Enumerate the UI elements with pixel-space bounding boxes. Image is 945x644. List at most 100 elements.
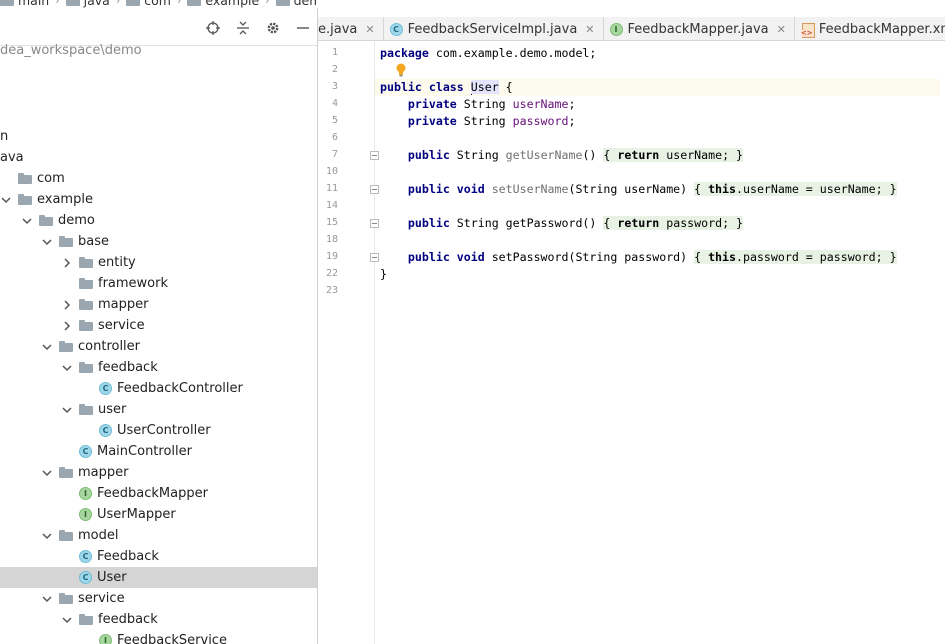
tree-item-feedback[interactable]: feedback	[0, 609, 317, 630]
tree-item-usermapper[interactable]: I UserMapper	[0, 504, 317, 525]
interface-icon: I	[609, 22, 623, 36]
tree-item-label: framework	[98, 276, 169, 291]
lightbulb-icon[interactable]	[395, 63, 407, 77]
line-number: 6	[331, 132, 338, 143]
code-token: password	[666, 216, 723, 230]
close-icon[interactable]: ✕	[365, 23, 374, 36]
tree-item-label: MainController	[97, 444, 192, 459]
tree-item-maincontroller[interactable]: C MainController	[0, 441, 317, 462]
gear-icon[interactable]	[265, 20, 281, 36]
folder-icon	[79, 257, 93, 268]
tree-item-feedbackservice[interactable]: I FeedbackService	[0, 630, 317, 644]
tree-item-feedbackmapper[interactable]: I FeedbackMapper	[0, 483, 317, 504]
code-token: }	[380, 267, 387, 281]
tree-item-label: entity	[98, 255, 136, 270]
tree-item-service[interactable]: service	[0, 315, 317, 336]
folder-icon	[59, 530, 73, 541]
class-icon: C	[389, 22, 403, 36]
tree-item-demo[interactable]: demo	[0, 210, 317, 231]
code-token: this	[708, 182, 736, 196]
collapse-all-icon[interactable]	[235, 20, 251, 36]
chevron-down-icon[interactable]	[0, 194, 12, 206]
breadcrumb-item[interactable]: main	[0, 0, 49, 8]
fold-toggle-icon[interactable]	[370, 253, 379, 262]
tree-item-base[interactable]: base	[0, 231, 317, 252]
code-token: ; }	[722, 148, 744, 162]
code-token: ()	[582, 148, 604, 162]
tree-item-framework[interactable]: framework	[0, 273, 317, 294]
editor-tab[interactable]: FeedbackMapper.xml✕	[795, 17, 945, 40]
minimize-icon[interactable]	[295, 20, 311, 36]
tree-item-com[interactable]: com	[0, 168, 317, 189]
editor-tab-label: FeedbackMapper.java	[627, 21, 769, 37]
chevron-down-icon[interactable]	[41, 236, 53, 248]
tree-item-user[interactable]: C User	[0, 567, 317, 588]
tree-item-example[interactable]: example	[0, 189, 317, 210]
locate-icon[interactable]	[205, 20, 221, 36]
breadcrumb-label: java	[83, 0, 110, 8]
code-token: public void	[407, 182, 492, 196]
breadcrumb-item[interactable]: example	[187, 0, 259, 8]
line-number: 15	[325, 217, 338, 228]
tree-item-mapper[interactable]: mapper	[0, 294, 317, 315]
chevron-down-icon[interactable]	[61, 362, 73, 374]
close-icon[interactable]: ✕	[585, 23, 594, 36]
close-icon[interactable]: ✕	[777, 23, 786, 36]
breadcrumb-separator: ›	[176, 0, 182, 7]
tree-item-label: n	[0, 129, 9, 144]
code-line: public void setUserName(String userName)…	[380, 181, 897, 198]
tree-item-label: service	[98, 318, 145, 333]
interface-icon: I	[79, 508, 92, 521]
chevron-down-icon[interactable]	[41, 341, 53, 353]
editor-tab-label: e.java	[318, 21, 358, 37]
tree-item-entity[interactable]: entity	[0, 252, 317, 273]
tree-item-model[interactable]: model	[0, 525, 317, 546]
editor-tab[interactable]: I FeedbackMapper.java ✕	[604, 17, 795, 40]
code-token: {	[603, 216, 618, 230]
workspace-path: dea_workspace\demo	[0, 43, 142, 58]
chevron-right-icon[interactable]	[61, 299, 73, 311]
chevron-down-icon[interactable]	[21, 215, 33, 227]
tree-item-feedback[interactable]: feedback	[0, 357, 317, 378]
editor-tab[interactable]: C FeedbackServiceImpl.java ✕	[384, 17, 604, 40]
chevron-down-icon[interactable]	[41, 530, 53, 542]
code-token: ; }	[722, 216, 744, 230]
breadcrumb-item[interactable]: java	[65, 0, 110, 8]
tree-item-n[interactable]: n	[0, 126, 317, 147]
chevron-right-icon[interactable]	[61, 320, 73, 332]
tree-item-feedbackcontroller[interactable]: C FeedbackController	[0, 378, 317, 399]
chevron-right-icon[interactable]	[61, 257, 73, 269]
code-line: public void setPassword(String password)…	[380, 249, 897, 266]
tree-item-label: base	[78, 234, 109, 249]
code-token: {	[498, 80, 513, 94]
breadcrumb-label: main	[18, 0, 50, 8]
chevron-down-icon[interactable]	[61, 614, 73, 626]
folder-icon	[275, 0, 290, 6]
tree-item-ava[interactable]: ava	[0, 147, 317, 168]
code-token: getUserName	[505, 148, 583, 162]
tree-item-label: controller	[78, 339, 141, 354]
chevron-down-icon[interactable]	[61, 404, 73, 416]
tree-item-feedback[interactable]: C Feedback	[0, 546, 317, 567]
xml-file-icon	[800, 22, 815, 38]
tree-item-label: FeedbackMapper	[97, 486, 208, 501]
breadcrumb-item[interactable]: com	[126, 0, 171, 8]
editor-tab[interactable]: e.java ✕	[318, 17, 384, 40]
code-token: password	[742, 250, 799, 264]
chevron-down-icon[interactable]	[41, 467, 53, 479]
code-token: User	[470, 80, 499, 94]
fold-toggle-icon[interactable]	[370, 185, 379, 194]
tree-item-label: UserController	[117, 423, 211, 438]
code-line: private String userName;	[380, 96, 576, 113]
code-token: {	[603, 148, 618, 162]
fold-toggle-icon[interactable]	[370, 151, 379, 160]
tree-item-service[interactable]: service	[0, 588, 317, 609]
tree-item-controller[interactable]: controller	[0, 336, 317, 357]
fold-toggle-icon[interactable]	[370, 219, 379, 228]
chevron-down-icon[interactable]	[41, 593, 53, 605]
tree-item-usercontroller[interactable]: C UserController	[0, 420, 317, 441]
line-number: 4	[331, 98, 338, 109]
line-number: 14	[325, 200, 338, 211]
tree-item-user[interactable]: user	[0, 399, 317, 420]
tree-item-mapper[interactable]: mapper	[0, 462, 317, 483]
